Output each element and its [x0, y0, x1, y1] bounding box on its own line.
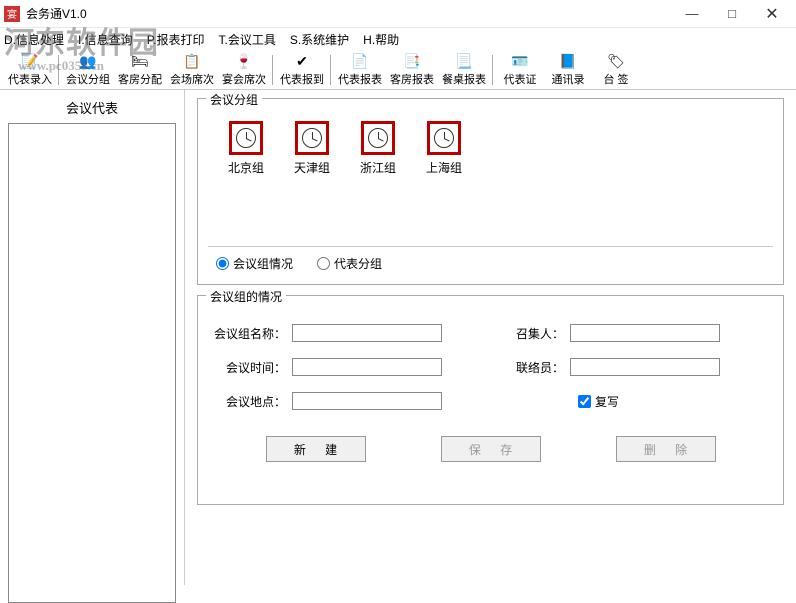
room-icon: 🛏 — [131, 52, 149, 70]
tool-banquet-seat[interactable]: 🍷宴会席次 — [218, 51, 270, 89]
separator — [492, 55, 494, 85]
edit-icon: 📝 — [21, 52, 39, 70]
tool-room-assign[interactable]: 🛏客房分配 — [114, 51, 166, 89]
tool-contacts[interactable]: 📘通讯录 — [544, 51, 592, 89]
input-place[interactable] — [292, 392, 442, 410]
menu-system[interactable]: S.系统维护 — [290, 31, 349, 48]
window-title: 会务通V1.0 — [26, 5, 672, 22]
group-item-beijing[interactable]: 北京组 — [228, 121, 264, 195]
tool-venue-seat[interactable]: 📋会场席次 — [166, 51, 218, 89]
menu-print[interactable]: P.报表打印 — [147, 31, 205, 48]
label-place: 会议地点： — [214, 393, 292, 410]
delete-button[interactable]: 删 除 — [616, 436, 716, 462]
legend: 会议分组 — [206, 91, 262, 108]
toolbar: 📝代表录入 👥会议分组 🛏客房分配 📋会场席次 🍷宴会席次 ✔代表报到 📄代表报… — [0, 50, 796, 90]
separator — [272, 55, 274, 85]
groupbox-groups: 会议分组 北京组 天津组 浙江组 上海组 — [197, 98, 784, 285]
checkbox-copy[interactable]: 复写 — [578, 393, 619, 410]
maximize-button[interactable]: □ — [712, 0, 752, 28]
label-group-name: 会议组名称： — [214, 325, 292, 342]
legend: 会议组的情况 — [206, 288, 286, 305]
report-icon: 📑 — [403, 52, 421, 70]
tool-badge[interactable]: 🪪代表证 — [496, 51, 544, 89]
menu-help[interactable]: H.帮助 — [363, 31, 399, 48]
label-contact: 联络员： — [492, 359, 570, 376]
sidebar-header: 会议代表 — [8, 96, 176, 123]
banquet-icon: 🍷 — [235, 52, 253, 70]
new-button[interactable]: 新 建 — [266, 436, 366, 462]
sidebar: 会议代表 — [0, 90, 185, 585]
group-icon: 👥 — [79, 52, 97, 70]
tool-table-report[interactable]: 📃餐桌报表 — [438, 51, 490, 89]
save-button[interactable]: 保 存 — [441, 436, 541, 462]
minimize-button[interactable]: — — [672, 0, 712, 28]
report-icon: 📃 — [455, 52, 473, 70]
clock-icon — [427, 121, 461, 155]
label-time: 会议时间： — [214, 359, 292, 376]
groupbox-detail: 会议组的情况 会议组名称： 召集人： 会议时间： 联络员： 会议地点： — [197, 295, 784, 505]
group-label: 北京组 — [228, 159, 264, 176]
group-label: 浙江组 — [360, 159, 396, 176]
separator — [58, 55, 60, 85]
seat-icon: 📋 — [183, 52, 201, 70]
input-contact[interactable] — [570, 358, 720, 376]
tool-room-report[interactable]: 📑客房报表 — [386, 51, 438, 89]
label-host: 召集人： — [492, 325, 570, 342]
group-item-tianjin[interactable]: 天津组 — [294, 121, 330, 195]
report-icon: 📄 — [351, 52, 369, 70]
radio-rep-groups[interactable]: 代表分组 — [317, 255, 382, 272]
group-list: 北京组 天津组 浙江组 上海组 — [208, 111, 773, 201]
separator — [330, 55, 332, 85]
badge-icon: 🪪 — [511, 52, 529, 70]
titlebar: 宴 会务通V1.0 — □ ✕ — [0, 0, 796, 28]
clock-icon — [295, 121, 329, 155]
book-icon: 📘 — [559, 52, 577, 70]
clock-icon — [229, 121, 263, 155]
input-host[interactable] — [570, 324, 720, 342]
app-icon: 宴 — [4, 6, 20, 22]
menu-data[interactable]: D.信息处理 — [4, 31, 64, 48]
input-group-name[interactable] — [292, 324, 442, 342]
close-button[interactable]: ✕ — [752, 0, 792, 28]
tool-sign[interactable]: 🏷台 签 — [592, 51, 640, 89]
main-panel: 会议分组 北京组 天津组 浙江组 上海组 — [185, 90, 796, 585]
group-label: 天津组 — [294, 159, 330, 176]
menubar: D.信息处理 I.信息查询 P.报表打印 T.会议工具 S.系统维护 H.帮助 — [0, 28, 796, 50]
clock-icon — [361, 121, 395, 155]
tool-rep-input[interactable]: 📝代表录入 — [4, 51, 56, 89]
input-time[interactable] — [292, 358, 442, 376]
check-icon: ✔ — [293, 52, 311, 70]
tool-checkin[interactable]: ✔代表报到 — [276, 51, 328, 89]
sign-icon: 🏷 — [607, 52, 625, 70]
menu-info[interactable]: I.信息查询 — [78, 31, 133, 48]
group-label: 上海组 — [426, 159, 462, 176]
tool-grouping[interactable]: 👥会议分组 — [62, 51, 114, 89]
group-item-zhejiang[interactable]: 浙江组 — [360, 121, 396, 195]
radio-group-status[interactable]: 会议组情况 — [216, 255, 293, 272]
group-item-shanghai[interactable]: 上海组 — [426, 121, 462, 195]
representative-tree[interactable] — [8, 123, 176, 603]
tool-rep-report[interactable]: 📄代表报表 — [334, 51, 386, 89]
menu-tools[interactable]: T.会议工具 — [218, 31, 275, 48]
